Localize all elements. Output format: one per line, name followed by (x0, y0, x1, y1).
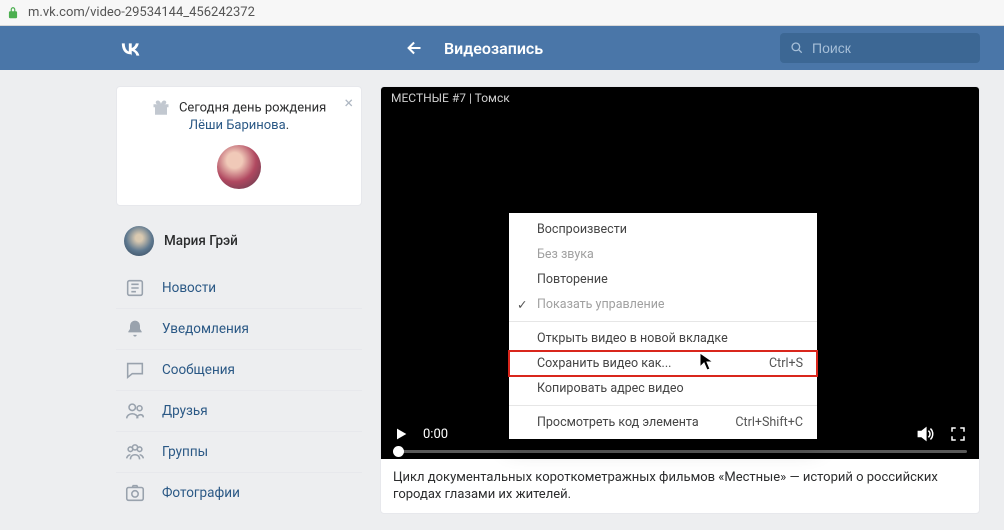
video-card: МЕСТНЫЕ #7 | Томск 0:00 В (380, 86, 980, 514)
birthday-card: × Сегодня день рождения Лёши Баринова. (116, 86, 362, 206)
video-title: МЕСТНЫЕ #7 | Томск (381, 87, 979, 111)
browser-address-bar: m.vk.com/video-29534144_456242372 (0, 0, 1004, 26)
progress-bar[interactable] (393, 450, 967, 453)
ctx-shortcut: Ctrl+Shift+C (735, 415, 803, 430)
nav-label: Сообщения (162, 362, 235, 378)
content-area: × Сегодня день рождения Лёши Баринова. М… (0, 70, 1004, 530)
nav-label: Уведомления (162, 321, 249, 337)
volume-icon[interactable] (915, 424, 935, 444)
photos-icon (124, 482, 146, 504)
profile-link[interactable]: Мария Грэй (116, 220, 362, 262)
birthday-avatar[interactable] (217, 145, 261, 189)
ctx-separator (509, 405, 817, 406)
groups-icon (124, 441, 146, 463)
nav-item-photos[interactable]: Фотографии (116, 472, 362, 513)
search-icon (790, 40, 804, 56)
friends-icon (124, 400, 146, 422)
nav-label: Новости (162, 280, 216, 296)
search-input[interactable] (812, 40, 970, 56)
ctx-item-loop[interactable]: Повторение (509, 267, 817, 292)
close-icon[interactable]: × (344, 93, 353, 112)
fullscreen-icon[interactable] (949, 425, 967, 443)
lock-icon (6, 6, 20, 20)
nav-label: Друзья (162, 403, 208, 419)
ctx-item-play[interactable]: Воспроизвести (509, 217, 817, 242)
left-column: × Сегодня день рождения Лёши Баринова. М… (116, 86, 362, 513)
nav-item-notifications[interactable]: Уведомления (116, 308, 362, 349)
nav-label: Фотографии (162, 485, 240, 501)
ctx-separator (509, 321, 817, 322)
back-button[interactable] (404, 37, 426, 59)
ctx-item-show-controls: ✓Показать управление (509, 292, 817, 317)
nav-item-messages[interactable]: Сообщения (116, 349, 362, 390)
ctx-item-inspect[interactable]: Просмотреть код элемента Ctrl+Shift+C (509, 410, 817, 435)
ctx-shortcut: Ctrl+S (769, 356, 803, 371)
bell-icon (124, 318, 146, 340)
arrow-left-icon (404, 37, 426, 59)
nav-item-news[interactable]: Новости (116, 268, 362, 308)
message-icon (124, 359, 146, 381)
video-time: 0:00 (423, 427, 448, 442)
vk-logo-icon[interactable] (116, 34, 144, 62)
nav-item-friends[interactable]: Друзья (116, 390, 362, 431)
avatar (124, 226, 154, 256)
search-box[interactable] (780, 33, 980, 63)
birthday-line1: Сегодня день рождения (179, 100, 326, 115)
ctx-item-copy-video-url[interactable]: Копировать адрес видео (509, 376, 817, 401)
ctx-item-save-video-as[interactable]: Сохранить видео как... Ctrl+S (509, 351, 817, 376)
profile-name: Мария Грэй (164, 233, 238, 249)
right-column: МЕСТНЫЕ #7 | Томск 0:00 В (380, 86, 980, 514)
cursor-icon (699, 352, 715, 372)
birthday-text: Сегодня день рождения Лёши Баринова. (131, 99, 347, 135)
video-description: Цикл документальных короткометражных фил… (381, 459, 979, 513)
news-icon (124, 277, 146, 299)
page-title: Видеозапись (444, 39, 543, 58)
ctx-item-mute: Без звука (509, 242, 817, 267)
address-url[interactable]: m.vk.com/video-29534144_456242372 (28, 5, 255, 20)
progress-thumb[interactable] (393, 446, 404, 457)
nav-item-groups[interactable]: Группы (116, 431, 362, 472)
play-icon[interactable] (393, 426, 409, 442)
vk-header: Видеозапись (0, 26, 1004, 70)
nav-label: Группы (162, 444, 208, 460)
nav-list: Новости Уведомления Сообщения Друзья Гру… (116, 268, 362, 513)
check-icon: ✓ (517, 297, 527, 313)
birthday-person-link[interactable]: Лёши Баринова (189, 118, 286, 133)
gift-icon (152, 99, 170, 117)
ctx-item-open-new-tab[interactable]: Открыть видео в новой вкладке (509, 326, 817, 351)
context-menu: Воспроизвести Без звука Повторение ✓Пока… (509, 213, 817, 439)
video-player[interactable]: 0:00 Воспроизвести Без звука Повторение … (381, 111, 979, 459)
